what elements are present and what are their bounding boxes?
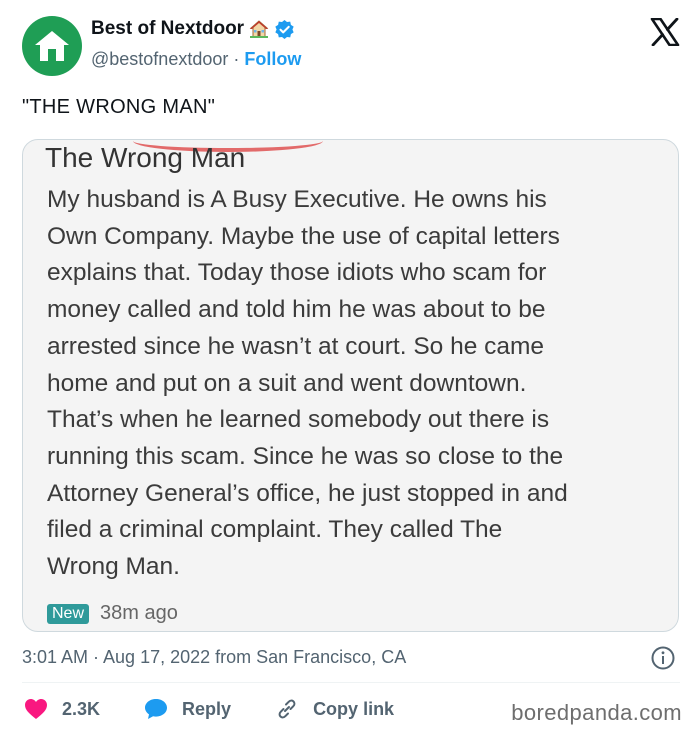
tweet-timestamp[interactable]: 3:01 AM · Aug 17, 2022 from San Francisc… bbox=[22, 647, 406, 668]
post-line: My husband is A Busy Executive. He owns … bbox=[47, 186, 547, 213]
house-emoji-icon bbox=[249, 20, 269, 38]
post-time: 38m ago bbox=[100, 602, 178, 624]
avatar-house-icon bbox=[35, 31, 69, 61]
handle-separator: · bbox=[233, 49, 240, 69]
action-bar: 2.3K Reply Copy link bbox=[24, 696, 438, 722]
watermark: boredpanda.com bbox=[511, 700, 682, 725]
reply-label: Reply bbox=[182, 698, 232, 719]
tweet-header: Best of Nextdoor @bestofnextdoor · Follo… bbox=[22, 14, 682, 78]
info-icon[interactable] bbox=[650, 645, 676, 671]
divider bbox=[22, 682, 680, 683]
verified-badge-icon bbox=[275, 19, 294, 39]
display-name[interactable]: Best of Nextdoor bbox=[91, 18, 244, 40]
x-logo-icon[interactable] bbox=[650, 18, 680, 46]
post-line: money called and told him he was about t… bbox=[47, 296, 546, 324]
tweet-media-screenshot[interactable]: The Wrong Man My husband is A Busy Execu… bbox=[22, 139, 679, 632]
handle[interactable]: @bestofnextdoor bbox=[91, 49, 228, 70]
post-line: Own Company. Maybe the use of capital le… bbox=[47, 222, 560, 250]
post-line: Wrong Man. bbox=[47, 553, 180, 581]
like-count: 2.3K bbox=[62, 698, 101, 719]
post-line: home and put on a suit and went downtown… bbox=[47, 369, 527, 397]
heart-icon bbox=[25, 699, 47, 719]
post-line: arrested since he wasn’t at court. So he… bbox=[47, 332, 545, 360]
post-title: The Wrong Man bbox=[45, 142, 246, 173]
post-line: That’s when he learned somebody out ther… bbox=[47, 406, 550, 434]
new-badge: New bbox=[47, 603, 90, 624]
post-line: Attorney General’s office, he just stopp… bbox=[47, 479, 568, 507]
follow-button[interactable]: Follow bbox=[244, 49, 301, 70]
copy-link-button[interactable]: Copy link bbox=[275, 697, 394, 721]
handle-row: @bestofnextdoor · Follow bbox=[91, 49, 301, 70]
post-line: explains that. Today those idiots who sc… bbox=[47, 259, 547, 287]
like-button[interactable]: 2.3K bbox=[24, 698, 100, 720]
link-icon bbox=[278, 699, 296, 719]
copy-link-label: Copy link bbox=[313, 698, 395, 719]
post-line: filed a criminal complaint. They called … bbox=[47, 516, 503, 544]
name-row: Best of Nextdoor bbox=[91, 18, 295, 40]
tweet-text: "THE WRONG MAN" bbox=[22, 96, 216, 118]
reply-bubble-icon bbox=[145, 699, 168, 719]
avatar[interactable] bbox=[22, 16, 82, 76]
post-line: running this scam. Since he was so close… bbox=[47, 442, 564, 470]
reply-button[interactable]: Reply bbox=[144, 698, 231, 720]
post-body: My husband is A Busy Executive. He owns … bbox=[47, 182, 667, 586]
post-meta: New 38m ago bbox=[47, 602, 178, 625]
